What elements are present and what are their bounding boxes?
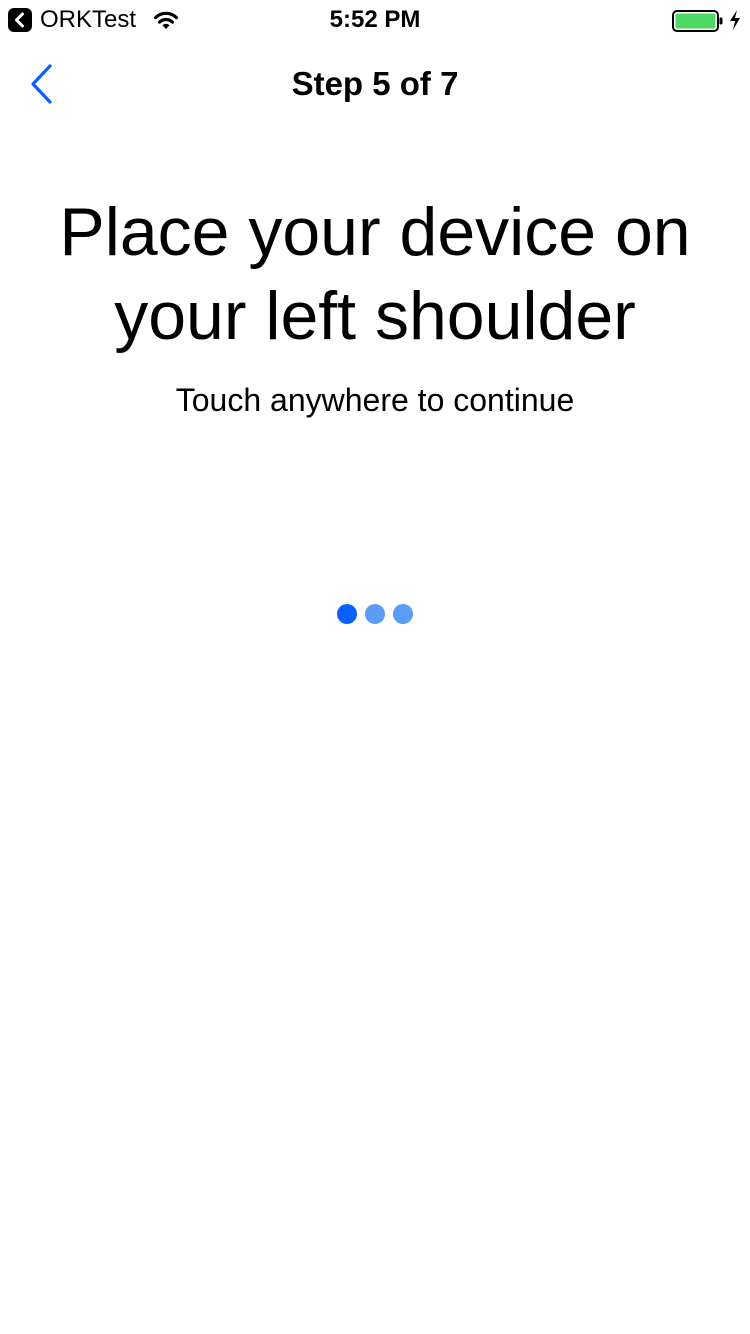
- progress-dot-active: [337, 604, 357, 624]
- battery-icon: [672, 10, 723, 32]
- progress-dot: [365, 604, 385, 624]
- progress-indicator: [337, 604, 417, 624]
- clock: 5:52 PM: [329, 6, 421, 33]
- step-title: Step 5 of 7: [291, 65, 459, 102]
- charging-icon: [730, 10, 740, 30]
- status-bar: ORKTest 5:52 PM: [0, 0, 750, 40]
- progress-dot: [393, 604, 413, 624]
- instruction-headline: Place your device on your left shoulder: [59, 194, 691, 354]
- instruction-subtext: Touch anywhere to continue: [175, 382, 575, 418]
- navigation-bar: Step 5 of 7: [0, 40, 750, 128]
